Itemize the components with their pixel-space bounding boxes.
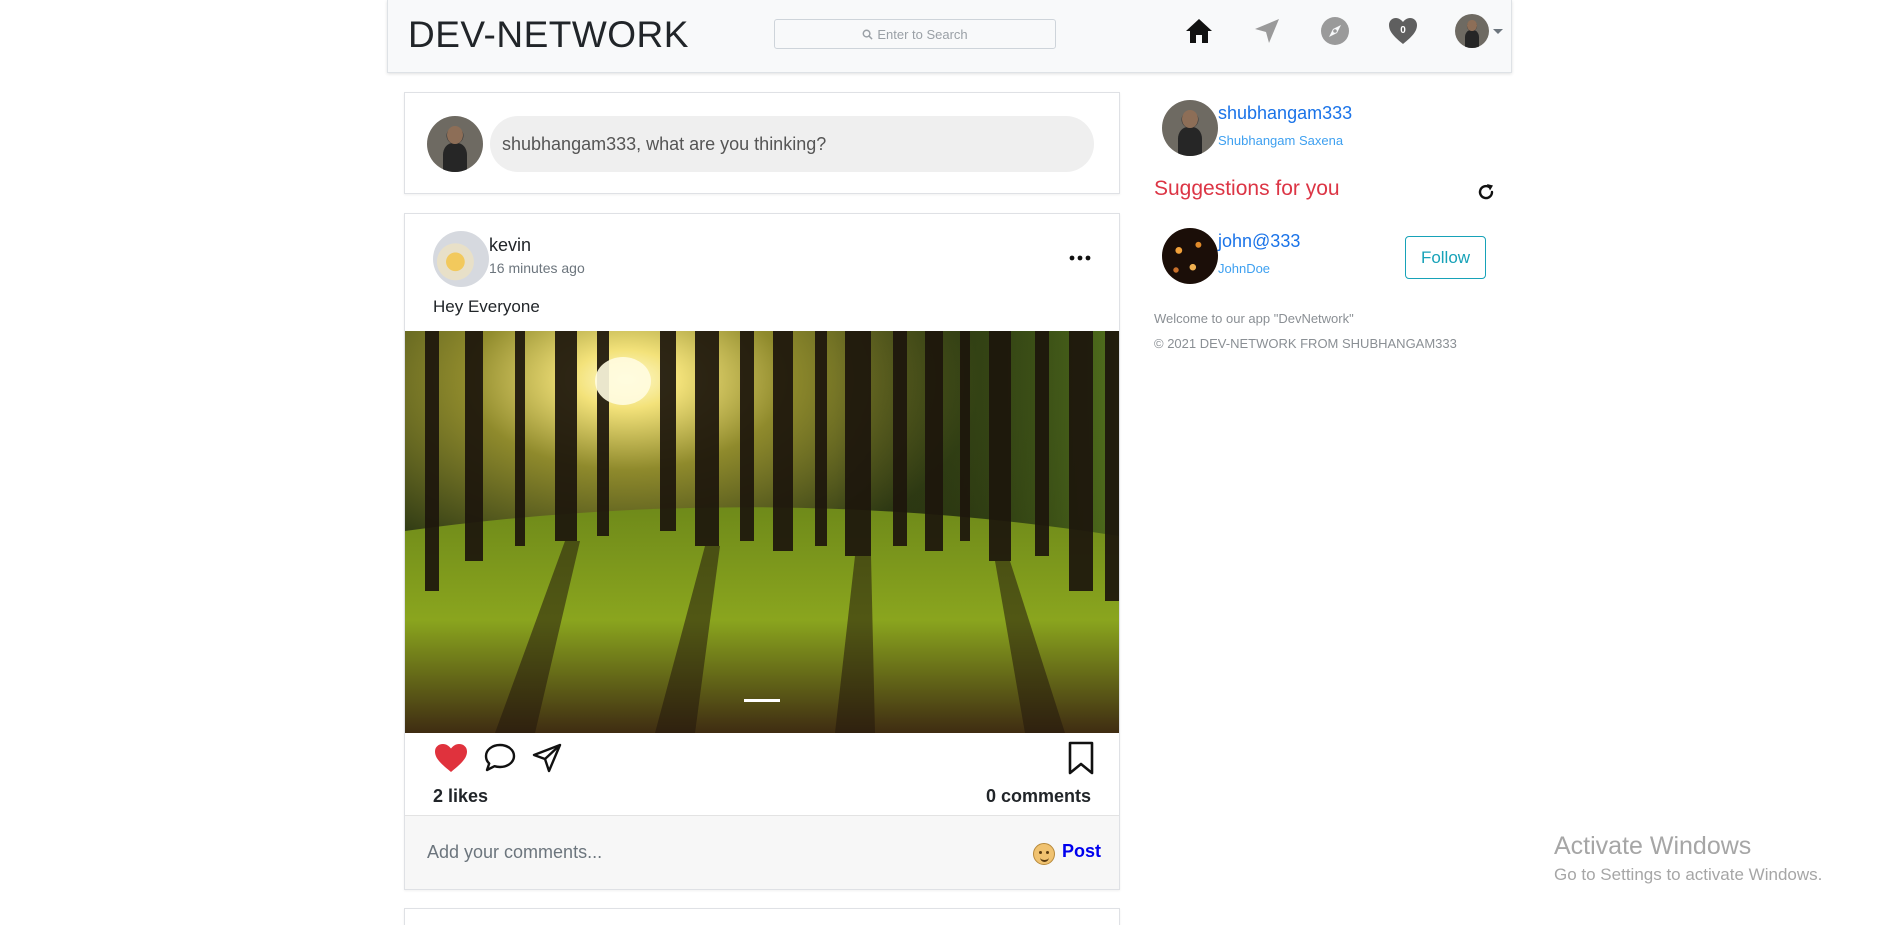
- emoji-icon[interactable]: [1033, 843, 1055, 865]
- footer-copyright: © 2021 DEV-NETWORK FROM SHUBHANGAM333: [1154, 336, 1457, 351]
- avatar[interactable]: [433, 231, 489, 287]
- carousel-indicator[interactable]: [744, 699, 780, 702]
- suggestion-item: john@333 JohnDoe: [1162, 228, 1300, 284]
- compass-icon[interactable]: [1319, 15, 1351, 47]
- watermark-title: Activate Windows: [1554, 832, 1752, 860]
- brand-logo[interactable]: DEV-NETWORK: [408, 14, 689, 56]
- profile-menu[interactable]: [1455, 14, 1503, 48]
- windows-activation-watermark: Activate Windows Go to Settings to activ…: [1554, 832, 1822, 885]
- search-input[interactable]: Enter to Search: [774, 19, 1056, 49]
- composer-input[interactable]: shubhangam333, what are you thinking?: [490, 116, 1094, 172]
- refresh-icon[interactable]: [1476, 182, 1496, 207]
- follow-button[interactable]: Follow: [1405, 236, 1486, 279]
- suggestions-title: Suggestions for you: [1154, 177, 1340, 200]
- post-image[interactable]: [405, 331, 1119, 733]
- sidebar-profile-names: shubhangam333 Shubhangam Saxena: [1218, 103, 1352, 156]
- avatar: [1455, 14, 1489, 48]
- post-composer: shubhangam333, what are you thinking?: [404, 92, 1120, 194]
- more-options-icon[interactable]: [1069, 248, 1091, 266]
- like-icon[interactable]: [433, 742, 469, 774]
- post-header: kevin 16 minutes ago: [433, 231, 585, 287]
- suggestion-username[interactable]: john@333: [1218, 231, 1300, 252]
- send-icon[interactable]: [1251, 15, 1283, 47]
- avatar[interactable]: [1162, 100, 1218, 156]
- watermark-subtitle: Go to Settings to activate Windows.: [1554, 865, 1823, 884]
- comment-input[interactable]: Add your comments...: [427, 842, 602, 863]
- search-icon: [862, 29, 873, 40]
- post-card: kevin 16 minutes ago Hey Everyone 2 like…: [404, 213, 1120, 890]
- sidebar-footer: Welcome to our app "DevNetwork" © 2021 D…: [1154, 306, 1457, 356]
- page: DEV-NETWORK Enter to Search 0 shubhangam…: [0, 0, 1901, 925]
- post-actions: [433, 742, 577, 774]
- sidebar-username[interactable]: shubhangam333: [1218, 103, 1352, 124]
- footer-welcome: Welcome to our app "DevNetwork": [1154, 311, 1354, 326]
- notification-count: 0: [1400, 24, 1406, 36]
- avatar: [427, 116, 483, 172]
- heart-icon[interactable]: 0: [1387, 15, 1419, 47]
- bookmark-icon[interactable]: [1067, 741, 1095, 780]
- post-username[interactable]: kevin: [489, 235, 585, 256]
- home-icon[interactable]: [1183, 15, 1215, 47]
- comment-icon[interactable]: [483, 742, 517, 774]
- search-placeholder: Enter to Search: [877, 26, 968, 42]
- top-navbar: DEV-NETWORK Enter to Search 0: [387, 0, 1512, 73]
- avatar[interactable]: [1162, 228, 1218, 284]
- sidebar-fullname: Shubhangam Saxena: [1218, 133, 1344, 148]
- post-time: 16 minutes ago: [489, 260, 585, 276]
- post-text: Hey Everyone: [433, 297, 540, 316]
- chevron-down-icon: [1493, 28, 1503, 34]
- share-icon[interactable]: [531, 742, 563, 774]
- nav-icons: 0: [1183, 14, 1503, 48]
- likes-count[interactable]: 2 likes: [433, 786, 488, 807]
- sidebar-profile: shubhangam333 Shubhangam Saxena: [1162, 100, 1352, 156]
- suggestion-names: john@333 JohnDoe: [1218, 231, 1300, 284]
- next-post-card: [404, 908, 1120, 925]
- post-comment-button[interactable]: Post: [1062, 841, 1101, 862]
- comment-bar: Add your comments... Post: [405, 815, 1119, 889]
- comments-count[interactable]: 0 comments: [986, 786, 1091, 807]
- suggestion-fullname: JohnDoe: [1218, 261, 1271, 276]
- post-user: kevin 16 minutes ago: [489, 235, 585, 287]
